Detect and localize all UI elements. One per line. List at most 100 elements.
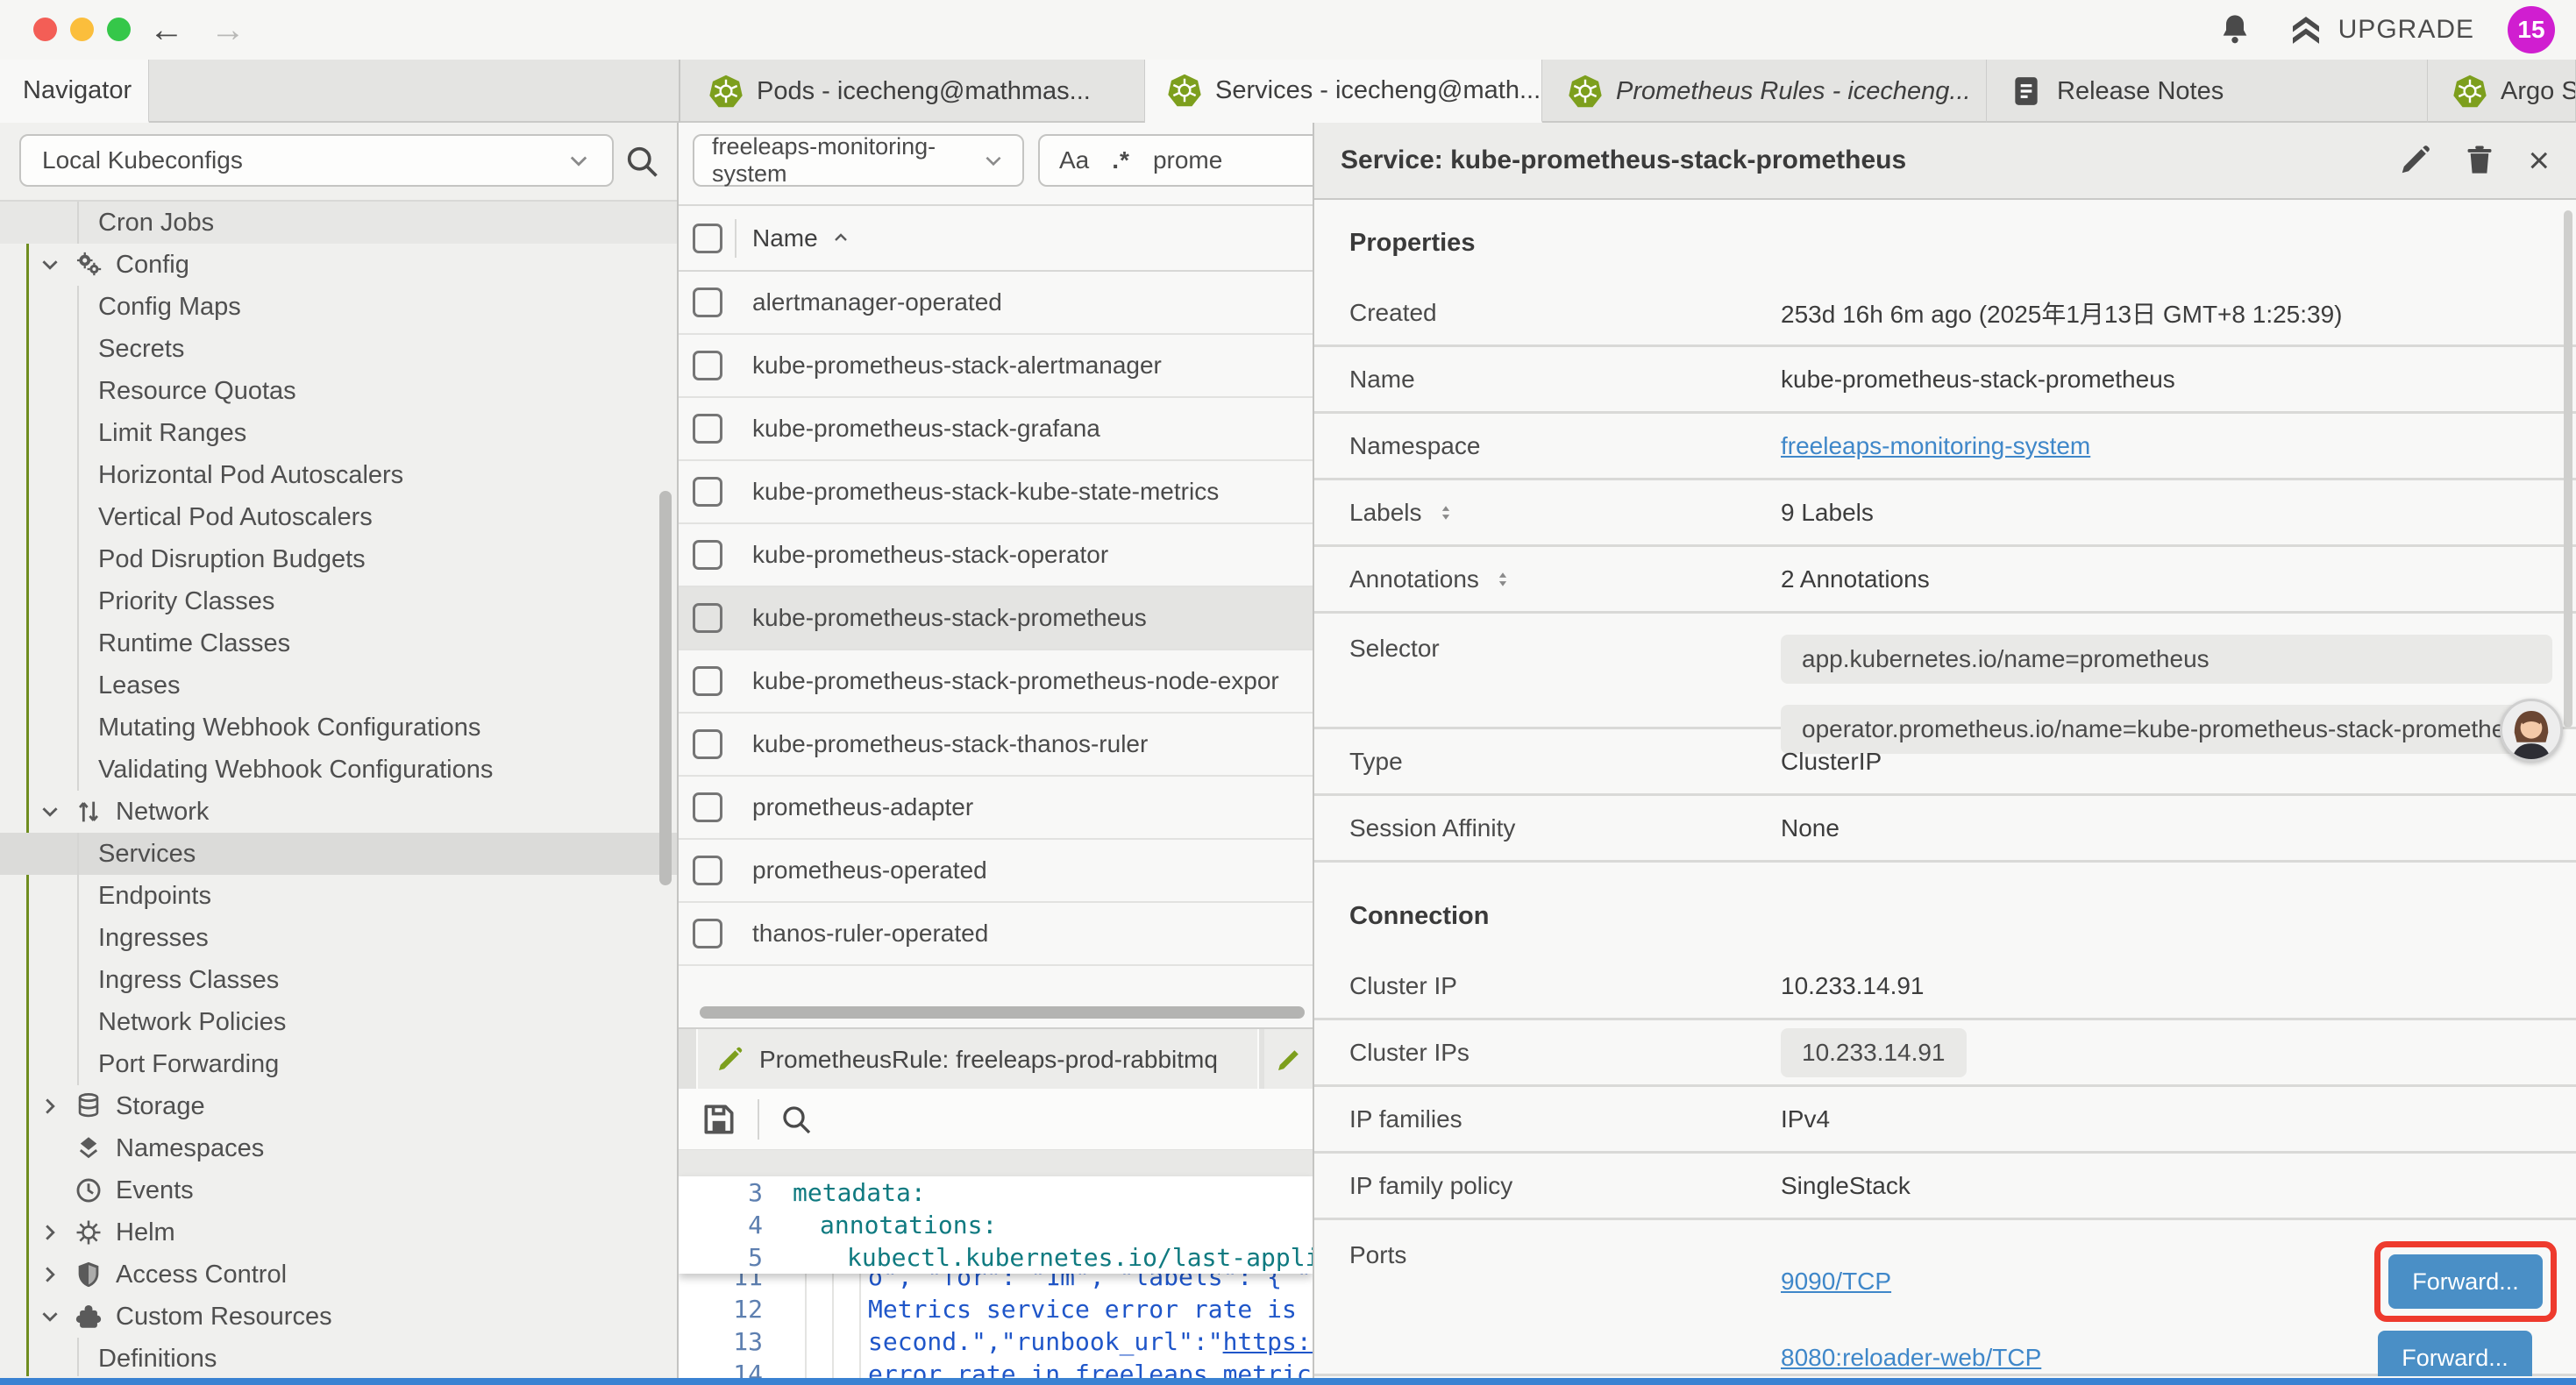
table-row[interactable]: kube-prometheus-stack-prometheus (679, 587, 1313, 650)
row-checkbox[interactable] (693, 603, 722, 633)
chevron-down-icon[interactable] (39, 1305, 61, 1328)
window-minimize-button[interactable] (70, 18, 94, 41)
table-search-input[interactable]: Aa .* prome (1038, 134, 1313, 187)
tab-services-icecheng-math[interactable]: Services - icecheng@math...× (1145, 60, 1542, 123)
chevron-down-icon[interactable] (39, 800, 61, 823)
sidebar-item-validating-webhook-configurations[interactable]: Validating Webhook Configurations (0, 749, 677, 791)
sidebar-item-config[interactable]: Config (0, 244, 677, 286)
tab-pods-icecheng-mathmas[interactable]: Pods - icecheng@mathmas... (687, 60, 1145, 123)
port-link[interactable]: 9090/TCP (1781, 1268, 1891, 1296)
namespace-filter-dropdown[interactable]: freeleaps-monitoring-system (693, 134, 1024, 187)
forward-button[interactable]: Forward... (2378, 1331, 2532, 1376)
sidebar-item-services[interactable]: Services (0, 833, 677, 875)
table-row[interactable]: prometheus-operated (679, 840, 1313, 903)
regex-toggle[interactable]: .* (1112, 146, 1130, 174)
chevron-right-icon[interactable] (39, 1221, 61, 1244)
avatar[interactable] (2500, 699, 2563, 762)
sidebar-item-access-control[interactable]: Access Control (0, 1254, 677, 1296)
select-all-checkbox[interactable] (693, 224, 722, 253)
row-checkbox[interactable] (693, 792, 722, 822)
window-maximize-button[interactable] (107, 18, 131, 41)
sidebar-item-helm[interactable]: Helm (0, 1211, 677, 1254)
sidebar-item-storage[interactable]: Storage (0, 1085, 677, 1127)
property-label: Created (1349, 299, 1437, 327)
row-checkbox[interactable] (693, 540, 722, 570)
sidebar-item-limit-ranges[interactable]: Limit Ranges (0, 412, 677, 454)
sidebar-item-config-maps[interactable]: Config Maps (0, 286, 677, 328)
table-row[interactable]: kube-prometheus-stack-alertmanager (679, 335, 1313, 398)
editor-tab-partial[interactable] (1264, 1029, 1313, 1090)
sort-icon[interactable] (1491, 568, 1514, 591)
sidebar-item-definitions[interactable]: Definitions (0, 1338, 677, 1376)
sidebar-item-events[interactable]: Events (0, 1169, 677, 1211)
sidebar-item-cron-jobs[interactable]: Cron Jobs (0, 202, 677, 244)
sidebar-item-horizontal-pod-autoscalers[interactable]: Horizontal Pod Autoscalers (0, 454, 677, 496)
horizontal-scrollbar[interactable] (700, 1006, 1305, 1019)
kubeconfig-selector[interactable]: Local Kubeconfigs (19, 134, 614, 187)
sidebar-item-port-forwarding[interactable]: Port Forwarding (0, 1043, 677, 1085)
sidebar-scrollbar[interactable] (659, 491, 672, 885)
table-row[interactable]: prometheus-adapter (679, 777, 1313, 840)
notification-badge[interactable]: 15 (2508, 6, 2555, 53)
row-checkbox[interactable] (693, 414, 722, 444)
chevron-right-icon[interactable] (39, 1263, 61, 1286)
table-row[interactable]: kube-prometheus-stack-prometheus-node-ex… (679, 650, 1313, 714)
trash-icon[interactable] (2463, 144, 2496, 177)
sidebar-item-pod-disruption-budgets[interactable]: Pod Disruption Budgets (0, 538, 677, 580)
sidebar-item-resource-quotas[interactable]: Resource Quotas (0, 370, 677, 412)
save-icon[interactable] (700, 1100, 738, 1139)
chevron-down-icon[interactable] (39, 253, 61, 276)
row-checkbox[interactable] (693, 856, 722, 885)
row-checkbox[interactable] (693, 288, 722, 317)
window-close-button[interactable] (33, 18, 57, 41)
table-row[interactable]: kube-prometheus-stack-kube-state-metrics (679, 461, 1313, 524)
editor-tab[interactable]: PrometheusRule: freeleaps-prod-rabbitmq (696, 1029, 1259, 1090)
column-header-name[interactable]: Name (752, 224, 851, 252)
sort-icon[interactable] (1434, 501, 1457, 524)
yaml-editor[interactable]: 11o", "for": "1m", "labels": { "service"… (679, 1176, 1313, 1378)
sidebar-item-priority-classes[interactable]: Priority Classes (0, 580, 677, 622)
sidebar-item-namespaces[interactable]: Namespaces (0, 1127, 677, 1169)
sidebar-item-endpoints[interactable]: Endpoints (0, 875, 677, 917)
table-row[interactable]: alertmanager-operated (679, 272, 1313, 335)
forward-button[interactable]: Forward... (2388, 1254, 2543, 1309)
sidebar-item-custom-resources[interactable]: Custom Resources (0, 1296, 677, 1338)
forward-button-wrap: Forward... (2378, 1331, 2532, 1376)
row-checkbox[interactable] (693, 351, 722, 380)
row-checkbox[interactable] (693, 919, 722, 948)
sidebar-item-network-policies[interactable]: Network Policies (0, 1001, 677, 1043)
chevron-right-icon[interactable] (39, 1095, 61, 1118)
sidebar-item-secrets[interactable]: Secrets (0, 328, 677, 370)
bell-icon[interactable] (2217, 12, 2252, 47)
table-row[interactable]: kube-prometheus-stack-operator (679, 524, 1313, 587)
table-row[interactable]: kube-prometheus-stack-grafana (679, 398, 1313, 461)
sidebar-item-leases[interactable]: Leases (0, 664, 677, 707)
table-row[interactable]: thanos-ruler-operated (679, 903, 1313, 966)
row-checkbox[interactable] (693, 477, 722, 507)
tab-argo-se[interactable]: Argo Se (2430, 60, 2576, 123)
table-row[interactable]: kube-prometheus-stack-thanos-ruler (679, 714, 1313, 777)
port-link[interactable]: 8080:reloader-web/TCP (1781, 1344, 2041, 1372)
match-case-toggle[interactable]: Aa (1059, 146, 1089, 174)
sidebar-item-mutating-webhook-configurations[interactable]: Mutating Webhook Configurations (0, 707, 677, 749)
search-icon[interactable] (623, 142, 661, 181)
sidebar-item-ingresses[interactable]: Ingresses (0, 917, 677, 959)
tab-navigator[interactable]: Navigator (0, 60, 149, 123)
forward-arrow-icon[interactable]: → (210, 9, 246, 51)
pencil-icon[interactable] (2398, 144, 2431, 177)
namespace-link[interactable]: freeleaps-monitoring-system (1781, 432, 2090, 460)
row-checkbox[interactable] (693, 729, 722, 759)
back-arrow-icon[interactable]: ← (149, 9, 184, 51)
sidebar-item-ingress-classes[interactable]: Ingress Classes (0, 959, 677, 1001)
tab-prometheus-rules-icecheng[interactable]: Prometheus Rules - icecheng... (1546, 60, 1987, 123)
close-icon[interactable]: × (2528, 143, 2550, 178)
selector-chip: app.kubernetes.io/name=prometheus (1781, 635, 2552, 684)
editor-search-icon[interactable] (779, 1102, 814, 1137)
sidebar-item-network[interactable]: Network (0, 791, 677, 833)
sidebar-item-runtime-classes[interactable]: Runtime Classes (0, 622, 677, 664)
detail-scrollbar[interactable] (2564, 210, 2572, 728)
upgrade-button[interactable]: UPGRADE (2286, 12, 2474, 47)
row-checkbox[interactable] (693, 666, 722, 696)
tab-release-notes[interactable]: Release Notes (1987, 60, 2428, 123)
sidebar-item-vertical-pod-autoscalers[interactable]: Vertical Pod Autoscalers (0, 496, 677, 538)
